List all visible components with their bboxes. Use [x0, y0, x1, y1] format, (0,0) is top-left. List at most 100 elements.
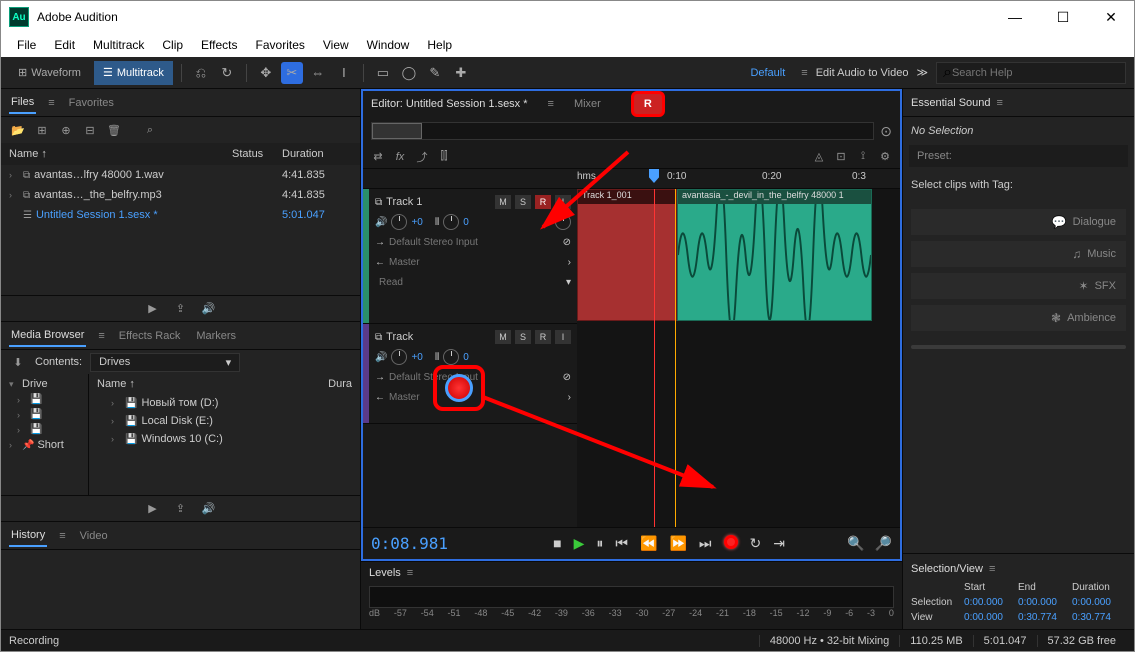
go-start-button[interactable]: ⏮: [615, 535, 628, 552]
media-browser-menu-icon[interactable]: ≡: [98, 330, 104, 342]
tree-drive[interactable]: ›💾: [5, 407, 84, 422]
tab-effects-rack[interactable]: Effects Rack: [117, 326, 183, 346]
mute-button[interactable]: M: [495, 195, 511, 209]
files-panel-menu-icon[interactable]: ≡: [48, 97, 54, 109]
time-selection-icon[interactable]: I: [333, 62, 355, 84]
skip-silence-button[interactable]: ⇥: [773, 535, 785, 552]
move-tool-icon[interactable]: ✥: [255, 62, 277, 84]
navigate-up-icon[interactable]: ⬇: [9, 354, 27, 370]
forward-button[interactable]: ⏩: [669, 535, 686, 552]
tab-favorites[interactable]: Favorites: [67, 93, 116, 113]
drive-item[interactable]: ›💾Local Disk (E:): [89, 412, 360, 430]
tag-music-button[interactable]: ♫Music: [911, 241, 1126, 267]
media-col-name[interactable]: Name ↑: [97, 378, 328, 390]
mixer-tab[interactable]: Mixer: [574, 98, 601, 110]
tab-media-browser[interactable]: Media Browser: [9, 325, 86, 347]
editor-menu-icon[interactable]: ≡: [548, 98, 554, 110]
sends-icon[interactable]: ⤴: [413, 148, 431, 166]
preview-loop-icon[interactable]: ⇪: [172, 301, 190, 317]
tree-shortcuts[interactable]: ›📌Short: [5, 437, 84, 453]
track-name[interactable]: Track 1: [386, 196, 491, 208]
drives-dropdown[interactable]: Drives▾: [90, 353, 240, 372]
zoom-in-icon[interactable]: 🔍: [847, 535, 864, 552]
menu-clip[interactable]: Clip: [154, 36, 191, 54]
tag-sfx-button[interactable]: ✶SFX: [911, 273, 1126, 299]
menu-help[interactable]: Help: [419, 36, 460, 54]
lasso-icon[interactable]: ◯: [398, 62, 420, 84]
workspace-edit-video[interactable]: Edit Audio to Video: [816, 67, 909, 79]
drive-item[interactable]: ›💾Новый том (D:): [89, 394, 360, 412]
search-help-input[interactable]: [952, 67, 1119, 79]
col-duration-header[interactable]: Duration: [282, 148, 352, 160]
col-name-header[interactable]: Name ↑: [9, 148, 232, 160]
output-dropdown[interactable]: Master: [389, 392, 420, 403]
file-row[interactable]: ›⧉avantas…lfry 48000 1.wav 4:41.835: [1, 165, 360, 185]
fx-icon[interactable]: fx: [391, 148, 409, 166]
slip-tool-icon[interactable]: ⇔: [307, 62, 329, 84]
arm-record-button[interactable]: R: [535, 330, 551, 344]
levels-menu-icon[interactable]: ≡: [407, 567, 413, 579]
menu-favorites[interactable]: Favorites: [248, 36, 313, 54]
media-col-duration[interactable]: Dura: [328, 378, 352, 390]
pan-knob[interactable]: [443, 349, 459, 365]
history-menu-icon[interactable]: ≡: [59, 530, 65, 542]
selection-duration[interactable]: 0:00.000: [1072, 597, 1126, 608]
overview-handle[interactable]: [372, 123, 422, 139]
open-file-icon[interactable]: 📂: [9, 122, 27, 138]
close-button[interactable]: ✕: [1096, 5, 1126, 29]
multitrack-mode-button[interactable]: ☰Multitrack: [94, 61, 173, 85]
redo-icon[interactable]: ↻: [216, 62, 238, 84]
preview-loop-icon[interactable]: ⇪: [172, 501, 190, 517]
tree-drive[interactable]: ›💾: [5, 392, 84, 407]
settings-icon[interactable]: ⚙: [876, 148, 894, 166]
play-button[interactable]: ▶: [574, 535, 585, 552]
minimize-button[interactable]: —: [1000, 5, 1030, 29]
loop-icon[interactable]: ⇄: [369, 148, 387, 166]
view-start[interactable]: 0:00.000: [964, 612, 1018, 623]
undo-icon[interactable]: ⎌: [190, 62, 212, 84]
go-end-button[interactable]: ⏭: [699, 535, 712, 552]
heal-icon[interactable]: ✚: [450, 62, 472, 84]
input-dropdown[interactable]: Default Stereo Input: [389, 237, 478, 248]
search-help-box[interactable]: ⌕: [936, 62, 1126, 84]
menu-view[interactable]: View: [315, 36, 357, 54]
tree-root[interactable]: ▾Drive: [5, 376, 84, 392]
audio-clip[interactable]: avantasia_-_devil_in_the_belfry 48000 1: [677, 189, 872, 321]
preview-autoplay-icon[interactable]: 🔊: [200, 501, 218, 517]
maximize-button[interactable]: ☐: [1048, 5, 1078, 29]
workspace-menu-icon[interactable]: ≡: [801, 67, 807, 79]
new-file-icon[interactable]: ⊕: [57, 122, 75, 138]
menu-window[interactable]: Window: [359, 36, 418, 54]
selection-end[interactable]: 0:00.000: [1018, 597, 1072, 608]
preview-play-icon[interactable]: ▶: [144, 501, 162, 517]
tag-ambience-button[interactable]: ❃Ambience: [911, 305, 1126, 331]
stop-button[interactable]: ■: [553, 535, 561, 552]
essential-sound-menu-icon[interactable]: ≡: [997, 97, 1003, 109]
tab-markers[interactable]: Markers: [194, 326, 238, 346]
expand-chevron-icon[interactable]: ›: [9, 190, 19, 200]
tab-history[interactable]: History: [9, 525, 47, 547]
waveform-mode-button[interactable]: ⊞Waveform: [9, 61, 90, 85]
track-expand-icon[interactable]: ⧉: [375, 332, 382, 343]
volume-knob[interactable]: [391, 349, 407, 365]
volume-knob[interactable]: [391, 214, 407, 230]
pause-button[interactable]: ⏸: [596, 535, 603, 552]
track-name[interactable]: Track: [386, 331, 491, 343]
menu-multitrack[interactable]: Multitrack: [85, 36, 152, 54]
clip-icon[interactable]: ⊡: [832, 148, 850, 166]
overview-navigator[interactable]: [371, 122, 874, 140]
tree-drive[interactable]: ›💾: [5, 422, 84, 437]
selection-view-menu-icon[interactable]: ≡: [989, 563, 995, 575]
zoom-full-icon[interactable]: ⊙: [880, 123, 892, 140]
solo-button[interactable]: S: [515, 330, 531, 344]
preview-autoplay-icon[interactable]: 🔊: [200, 301, 218, 317]
zoom-out-icon[interactable]: 🔎: [875, 535, 892, 552]
menu-edit[interactable]: Edit: [46, 36, 83, 54]
tab-files[interactable]: Files: [9, 92, 36, 114]
pan-knob[interactable]: [443, 214, 459, 230]
preset-dropdown[interactable]: Preset:: [909, 145, 1128, 167]
view-end[interactable]: 0:30.774: [1018, 612, 1072, 623]
search-files-icon[interactable]: ⌕: [141, 122, 159, 138]
eq-icon[interactable]: ⫿⫿: [435, 148, 453, 166]
preview-play-icon[interactable]: ▶: [144, 301, 162, 317]
